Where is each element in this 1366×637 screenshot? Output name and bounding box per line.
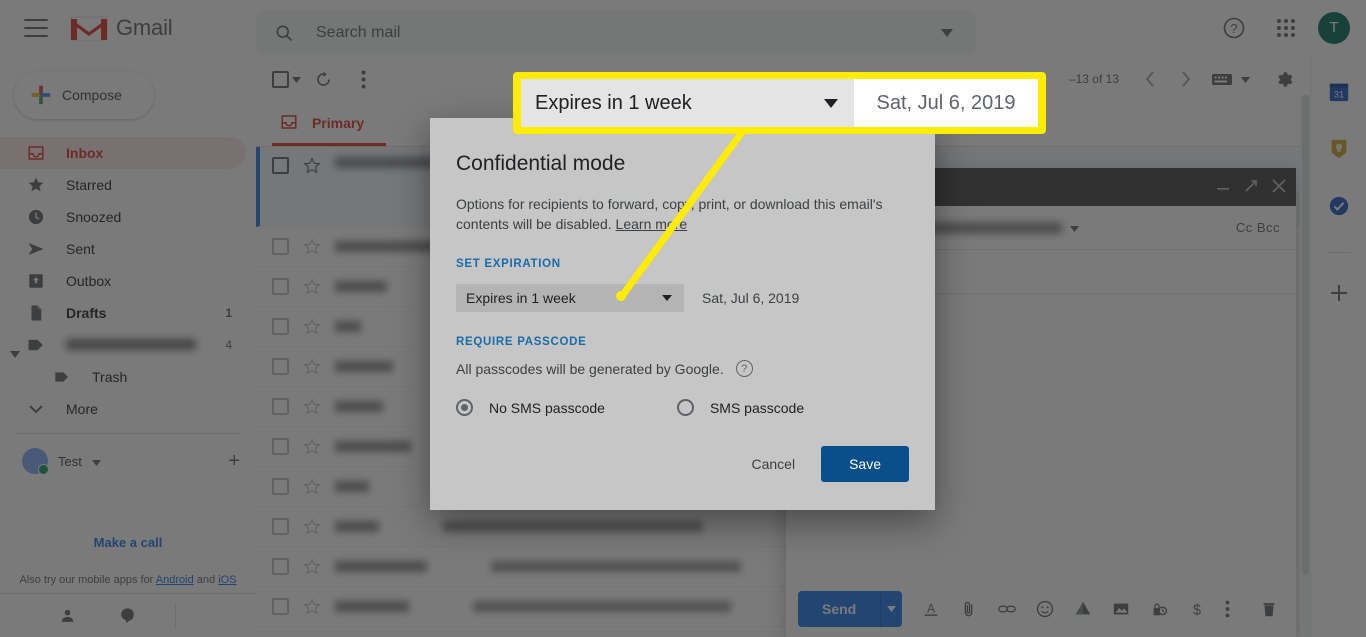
set-expiration-label: SET EXPIRATION [456,258,561,270]
chevron-down-icon [662,295,672,301]
gmail-app-window: Gmail ? [0,0,1366,637]
save-button[interactable]: Save [821,446,909,482]
radio-sms-passcode[interactable]: SMS passcode [676,399,805,416]
callout-content: Expires in 1 week Sat, Jul 6, 2019 [521,79,1038,127]
radio-no-sms-passcode[interactable]: No SMS passcode [456,399,605,416]
learn-more-link[interactable]: Learn more [616,216,688,232]
passcode-radio-group: No SMS passcode SMS passcode [456,399,903,416]
expiration-date: Sat, Jul 6, 2019 [702,290,800,306]
chevron-down-icon [824,98,838,108]
callout-expiration-date: Sat, Jul 6, 2019 [876,91,1016,114]
require-passcode-label: REQUIRE PASSCODE [456,336,587,348]
expiration-select[interactable]: Expires in 1 week [456,284,684,312]
callout-expiration-select[interactable]: Expires in 1 week [521,79,854,127]
help-circle-icon[interactable]: ? [735,360,753,377]
expiration-selected-value: Expires in 1 week [466,290,576,306]
radio-icon[interactable] [676,399,694,416]
cancel-button[interactable]: Cancel [751,456,795,472]
callout-expiration-value: Expires in 1 week [535,91,692,114]
dialog-title: Confidential mode [456,152,626,175]
expiration-row: Expires in 1 week Sat, Jul 6, 2019 [456,284,903,312]
passcode-note: All passcodes will be generated by Googl… [456,360,724,377]
radio-label: SMS passcode [709,399,805,416]
dialog-description: Options for recipients to forward, copy,… [456,194,906,234]
dialog-actions: Cancel Save [751,446,909,482]
radio-label: No SMS passcode [489,399,605,416]
confidential-mode-dialog: Confidential mode Options for recipients… [430,118,935,510]
radio-icon-selected[interactable] [456,399,473,416]
passcode-note-row: All passcodes will be generated by Googl… [456,360,903,377]
callout-highlight-box: Expires in 1 week Sat, Jul 6, 2019 [513,72,1046,134]
